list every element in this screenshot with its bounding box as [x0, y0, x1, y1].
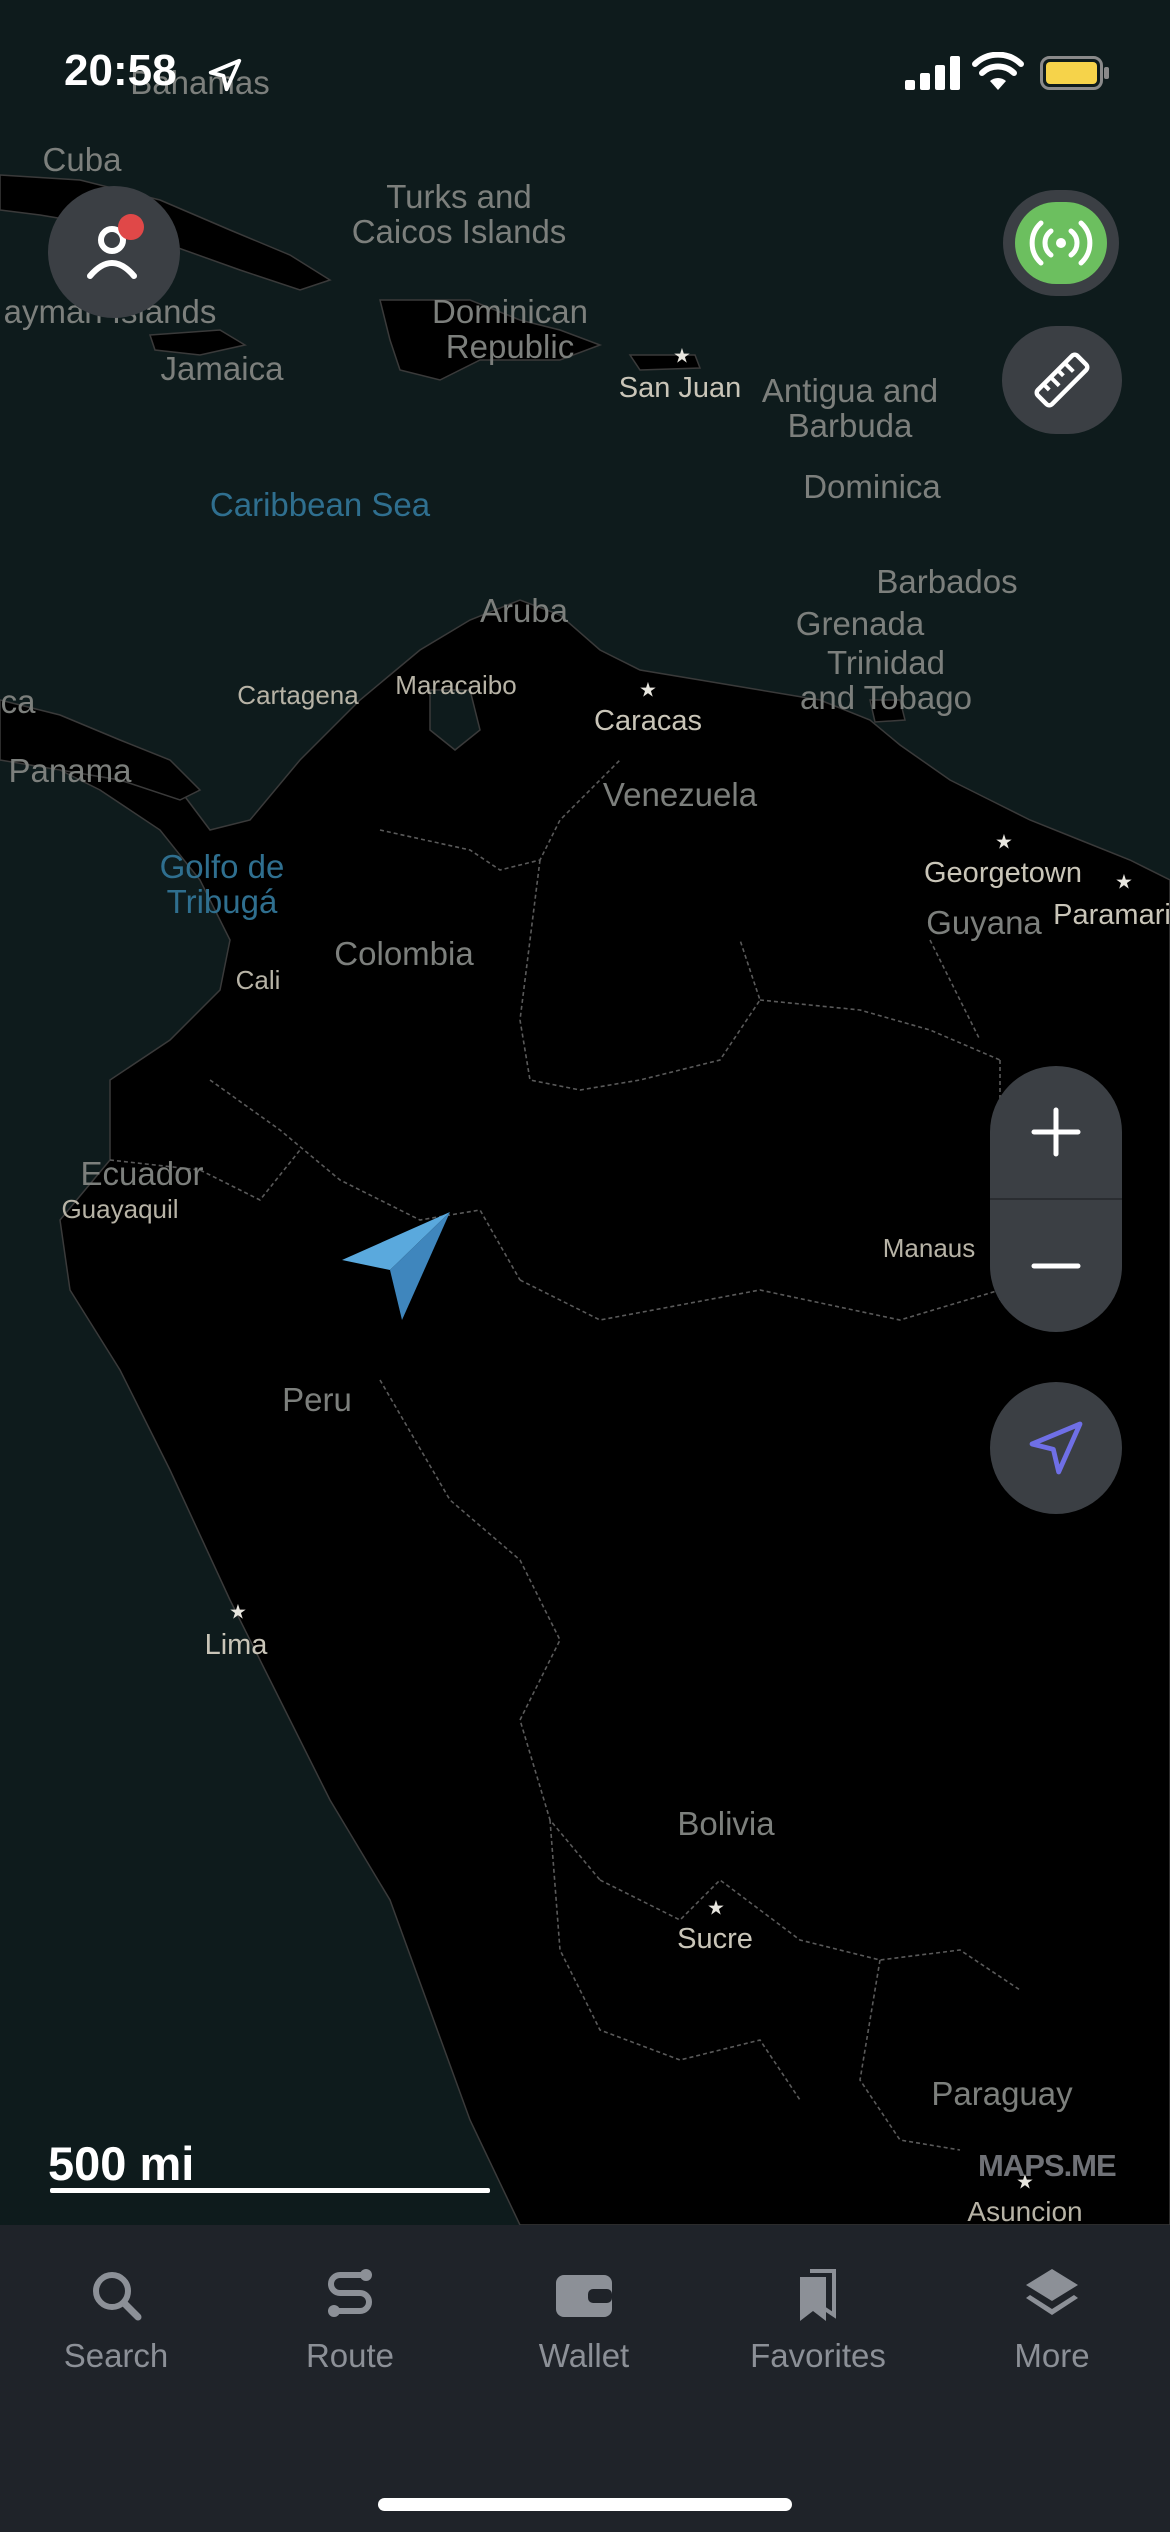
location-services-icon [208, 58, 242, 92]
notification-badge [118, 214, 144, 240]
status-time: 20:58 [64, 46, 177, 95]
home-indicator[interactable] [378, 2498, 792, 2511]
plus-icon [1031, 1107, 1081, 1157]
capital-marker-sucre: ★ [707, 1897, 725, 1920]
tab-search-label: Search [63, 2337, 169, 2374]
country-label-panama: Panama [8, 752, 132, 789]
city-label-san-juan: San Juan [618, 372, 742, 404]
bookmark-icon [800, 2269, 836, 2321]
city-label-sucre: Sucre [677, 1923, 753, 1955]
sea-label-caribbean: Caribbean Sea [209, 486, 431, 523]
city-label-manaus: Manaus [882, 1233, 976, 1263]
sea-label-golfo-tribuga: Golfo de Tribugá [159, 848, 285, 920]
ruler-button[interactable] [1002, 326, 1122, 434]
city-label-maracaibo: Maracaibo [395, 670, 517, 700]
city-label-caracas: Caracas [594, 705, 702, 737]
country-label-dominican-republic: Dominican Republic [432, 293, 588, 365]
city-label-asuncion: Asuncion [967, 2196, 1083, 2227]
capital-marker-caracas: ★ [639, 679, 657, 702]
status-bar: 20:58 [0, 0, 1170, 140]
battery-icon [1040, 56, 1109, 90]
country-label-colombia: Colombia [334, 935, 474, 972]
country-label-ecuador: Ecuador [80, 1155, 204, 1192]
capital-marker-lima: ★ [229, 1601, 247, 1624]
city-label-cartagena: Cartagena [237, 680, 359, 710]
tab-wallet[interactable]: Wallet [484, 2225, 684, 2385]
city-label-guayaquil: Guayaquil [61, 1194, 179, 1224]
map-scale: 500 mi [48, 2136, 490, 2193]
country-label-venezuela: Venezuela [602, 776, 758, 813]
broadcast-icon [1029, 220, 1093, 266]
tab-more-label: More [1014, 2337, 1090, 2374]
tab-route[interactable]: Route [250, 2225, 450, 2385]
current-location-arrow [342, 1212, 450, 1320]
tab-route-label: Route [305, 2337, 395, 2374]
tab-favorites-label: Favorites [750, 2337, 886, 2374]
capital-marker-paramaribo: ★ [1115, 871, 1133, 894]
scale-bar [50, 2188, 490, 2193]
country-label-ca: ca [0, 683, 36, 720]
ruler-icon [1034, 352, 1090, 408]
country-label-jamaica: Jamaica [160, 350, 284, 387]
bottom-tab-bar: Search Route Wallet Favorites More [0, 2225, 1170, 2532]
country-label-cuba: Cuba [42, 141, 122, 178]
country-label-dominica: Dominica [803, 468, 941, 505]
profile-button[interactable] [48, 186, 180, 318]
tab-more[interactable]: More [952, 2225, 1152, 2385]
live-tracking-button[interactable] [1003, 190, 1119, 296]
country-label-grenada: Grenada [795, 605, 925, 642]
city-label-paramaribo: Paramari [1053, 899, 1170, 931]
maps-me-logo: MAPS.ME [978, 2148, 1117, 2183]
capital-marker-georgetown: ★ [995, 831, 1013, 854]
country-label-barbados: Barbados [876, 563, 1018, 600]
cellular-signal-icon [905, 56, 960, 90]
zoom-in-button[interactable] [990, 1066, 1122, 1198]
my-position-button[interactable] [990, 1382, 1122, 1514]
tab-search[interactable]: Search [16, 2225, 216, 2385]
zoom-controls [990, 1066, 1122, 1332]
city-label-georgetown: Georgetown [924, 857, 1082, 889]
city-label-lima: Lima [204, 1629, 268, 1661]
capital-marker-san-juan: ★ [673, 345, 691, 368]
country-label-paraguay: Paraguay [931, 2075, 1073, 2112]
city-label-cali: Cali [235, 965, 281, 995]
country-label-turks-caicos: Turks and Caicos Islands [351, 178, 567, 250]
route-icon [328, 2269, 372, 2317]
country-label-trinidad: Trinidad and Tobago [800, 644, 972, 716]
navigation-arrow-icon [1029, 1421, 1083, 1475]
country-label-antigua: Antigua and Barbuda [761, 372, 939, 444]
country-label-bolivia: Bolivia [677, 1805, 775, 1842]
wifi-icon [972, 52, 1024, 90]
scale-label: 500 mi [48, 2137, 195, 2190]
tab-favorites[interactable]: Favorites [718, 2225, 918, 2385]
zoom-out-button[interactable] [990, 1200, 1122, 1332]
wallet-icon [556, 2275, 612, 2317]
country-label-peru: Peru [282, 1381, 352, 1418]
country-label-aruba: Aruba [479, 592, 569, 629]
tab-wallet-label: Wallet [538, 2337, 630, 2374]
search-icon [93, 2272, 142, 2321]
country-label-guyana: Guyana [926, 904, 1042, 941]
minus-icon [1031, 1263, 1081, 1269]
layers-icon [1026, 2269, 1078, 2315]
